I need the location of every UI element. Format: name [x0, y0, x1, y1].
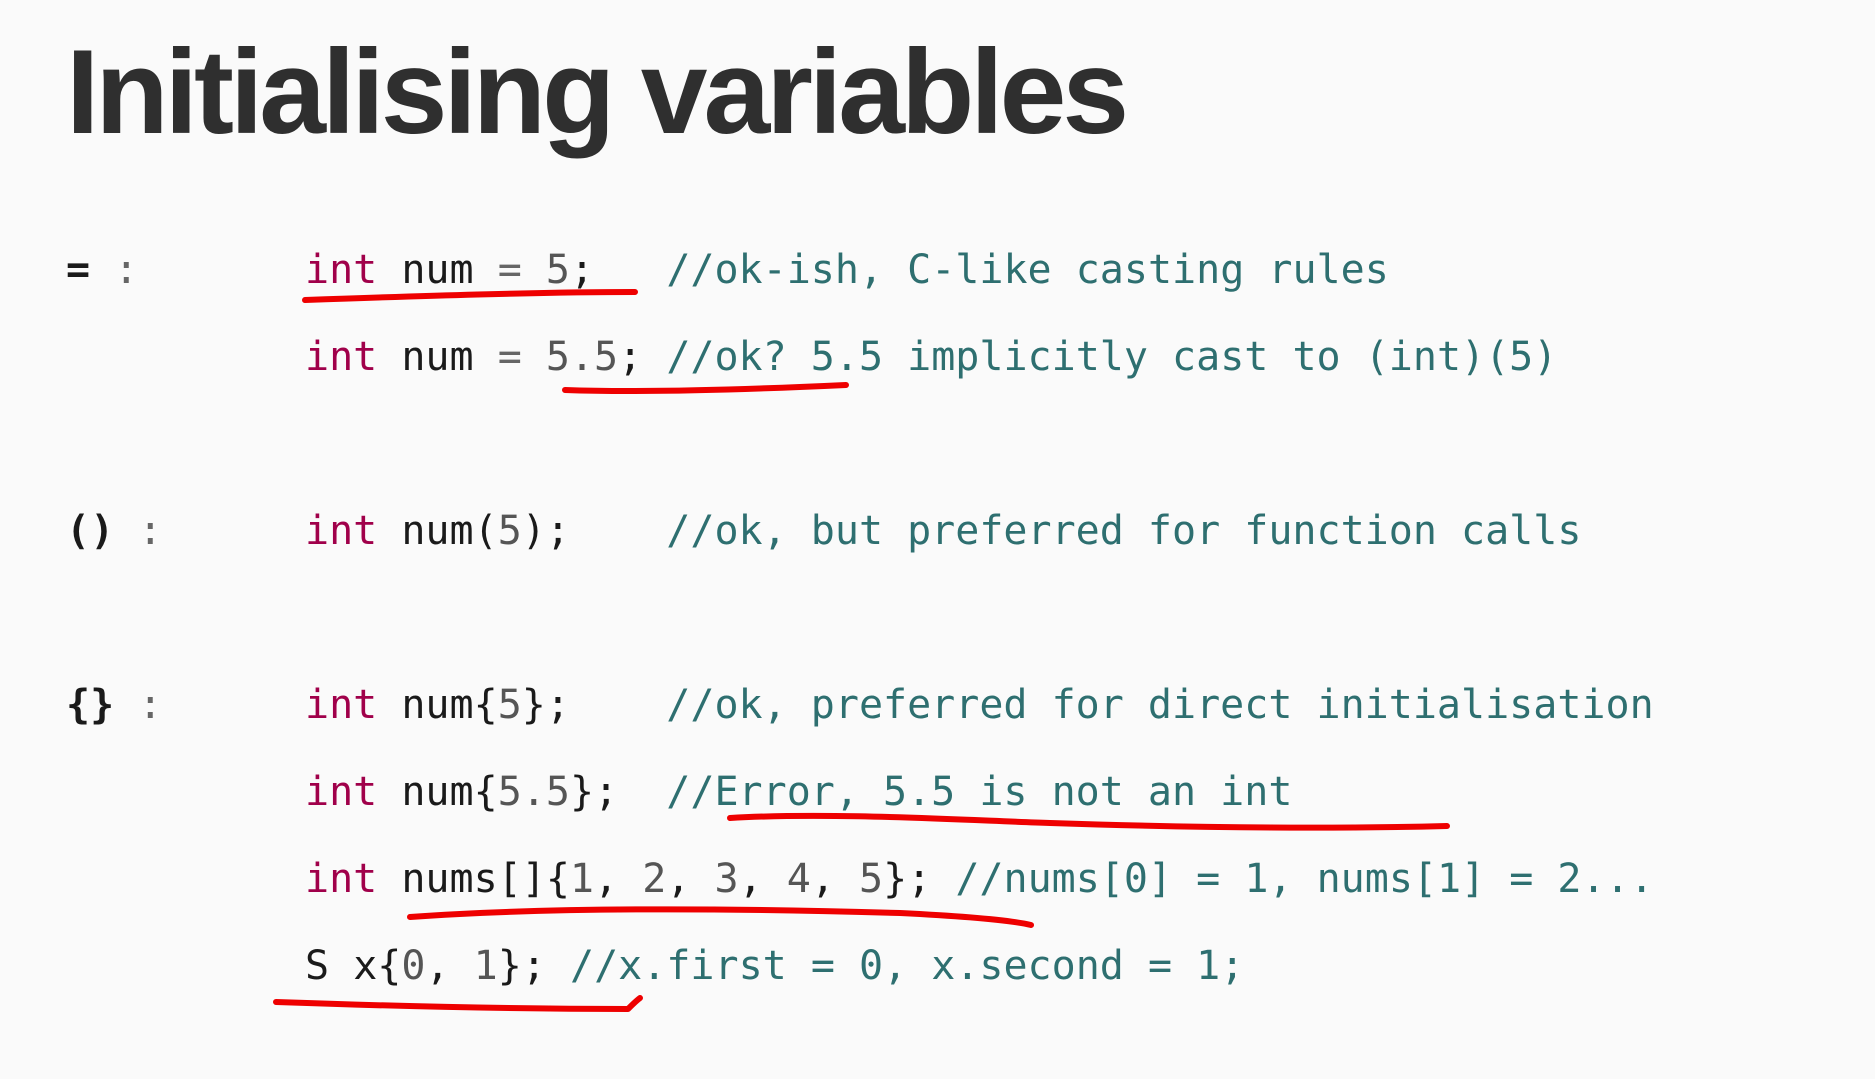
code-token-identifier: nums: [401, 856, 498, 902]
code-token-punctuation: {: [473, 769, 498, 815]
code-token-punctuation: ;: [618, 334, 643, 380]
code-token-number-literal: 0: [401, 943, 426, 989]
code-token-comment: //ok-ish, C-like casting rules: [666, 247, 1389, 293]
code-token-identifier: num: [401, 508, 474, 554]
code-line: int num(5); //ok, but preferred for func…: [305, 506, 1581, 556]
code-token-punctuation: };: [521, 682, 570, 728]
code-token-comment: //ok, preferred for direct initialisatio…: [666, 682, 1654, 728]
red-underline-mark: [562, 382, 849, 395]
code-token-identifier: num: [401, 247, 474, 293]
section-symbol: {}: [66, 682, 115, 728]
red-underline-mark: [727, 812, 1450, 831]
code-token-identifier: S: [305, 943, 330, 989]
code-line: int num{5}; //ok, preferred for direct i…: [305, 680, 1654, 730]
code-token-identifier: num: [401, 682, 474, 728]
slide-title: Initialising variables: [66, 25, 1129, 159]
code-line: int num = 5; //ok-ish, C-like casting ru…: [305, 245, 1389, 295]
code-token-punctuation: ,: [738, 856, 787, 902]
code-token-keyword: int: [305, 856, 378, 902]
code-token-punctuation: };: [497, 943, 546, 989]
code-token-comment: //nums[0] = 1, nums[1] = 2...: [955, 856, 1654, 902]
code-token-punctuation: );: [521, 508, 570, 554]
code-line: int nums[]{1, 2, 3, 4, 5}; //nums[0] = 1…: [305, 854, 1654, 904]
code-token-punctuation: {: [473, 682, 498, 728]
code-token-operator: =: [497, 334, 522, 380]
code-token-keyword: int: [305, 508, 378, 554]
code-token-number-literal: 5: [497, 682, 522, 728]
section-label-equals: = :: [66, 245, 138, 295]
code-token-comment: //x.first = 0, x.second = 1;: [570, 943, 1245, 989]
code-token-punctuation: ,: [425, 943, 474, 989]
code-token-number-literal: 2: [642, 856, 667, 902]
red-underline-mark: [273, 995, 643, 1012]
code-token-number-literal: 1: [473, 943, 498, 989]
code-token-identifier: x: [353, 943, 378, 989]
code-token-punctuation: {: [377, 943, 402, 989]
code-token-number-literal: 1: [569, 856, 595, 902]
code-token-number-literal: 5: [497, 508, 522, 554]
section-label-parens: () :: [66, 506, 162, 556]
code-token-keyword: int: [305, 682, 378, 728]
section-symbol: =: [66, 247, 91, 293]
code-token-punctuation: };: [883, 856, 932, 902]
section-colon: :: [138, 508, 163, 554]
code-token-punctuation: (: [473, 508, 498, 554]
code-token-keyword: int: [305, 334, 378, 380]
code-token-number-literal: 5.5: [497, 769, 570, 815]
section-colon: :: [138, 682, 163, 728]
code-token-keyword: int: [305, 247, 378, 293]
slide: Initialising variables = : () : {} : int…: [0, 0, 1875, 1079]
code-token-punctuation: ;: [569, 247, 595, 293]
code-line: int num{5.5}; //Error, 5.5 is not an int: [305, 767, 1292, 817]
code-token-number-literal: 5: [545, 247, 570, 293]
code-token-comment: //ok? 5.5 implicitly cast to (int)(5): [666, 334, 1558, 380]
red-underline-mark: [407, 906, 1034, 928]
code-token-punctuation: };: [569, 769, 619, 815]
code-token-identifier: num: [401, 769, 474, 815]
section-colon: :: [114, 247, 139, 293]
code-token-identifier: num: [401, 334, 474, 380]
code-token-comment: //ok, but preferred for function calls: [666, 508, 1582, 554]
code-line: int num = 5.5; //ok? 5.5 implicitly cast…: [305, 332, 1557, 382]
code-token-punctuation: ,: [810, 856, 859, 902]
code-token-number-literal: 3: [714, 856, 739, 902]
code-token-punctuation: ,: [594, 856, 643, 902]
section-label-braces: {} :: [66, 680, 162, 730]
code-token-comment: //Error, 5.5 is not an int: [666, 769, 1293, 815]
code-token-punctuation: ,: [666, 856, 715, 902]
code-token-number-literal: 5.5: [545, 334, 619, 380]
code-token-keyword: int: [305, 769, 378, 815]
section-symbol: (): [66, 508, 115, 554]
code-token-punctuation: []{: [497, 856, 570, 902]
code-line: S x{0, 1}; //x.first = 0, x.second = 1;: [305, 941, 1244, 991]
code-token-number-literal: 5: [858, 856, 884, 902]
code-token-operator: =: [497, 247, 522, 293]
code-token-number-literal: 4: [786, 856, 811, 902]
